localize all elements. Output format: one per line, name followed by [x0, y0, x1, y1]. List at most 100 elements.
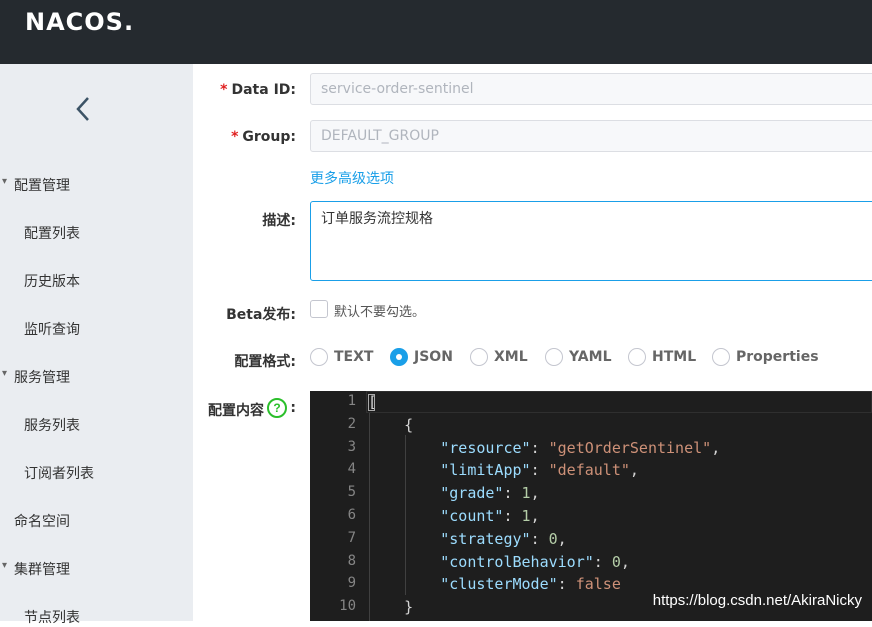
group-input[interactable]: DEFAULT_GROUP — [310, 120, 872, 152]
sidebar-group[interactable]: ▾ 配置管理 — [2, 175, 70, 195]
sidebar-group[interactable]: ▾ 服务管理 — [2, 367, 70, 387]
code-token: 1 — [521, 484, 531, 503]
code-token: : — [503, 484, 522, 503]
description-textarea[interactable]: 订单服务流控规格 — [310, 201, 872, 281]
content-label: 配置内容 — [208, 403, 264, 419]
code-token: , — [530, 507, 540, 525]
line-number: 4 — [347, 461, 356, 478]
format-radio-yaml[interactable] — [545, 348, 563, 366]
format-radio-label[interactable]: HTML — [652, 349, 696, 365]
format-radio-label[interactable]: TEXT — [334, 349, 373, 365]
line-number: 6 — [347, 507, 356, 523]
code-token: 0 — [611, 552, 621, 571]
code-token: } — [368, 598, 414, 617]
sidebar-group[interactable]: 命名空间 — [14, 511, 70, 531]
sidebar-group-label: 配置管理 — [14, 178, 70, 194]
sidebar-item[interactable]: 配置列表 — [24, 223, 80, 243]
sidebar-group-label: 服务管理 — [14, 370, 70, 386]
data-id-input[interactable]: service-order-sentinel — [310, 73, 872, 105]
format-radio-html[interactable] — [628, 348, 646, 366]
code-token: "grade" — [440, 484, 504, 503]
format-radio-json[interactable] — [390, 348, 408, 366]
format-label: 配置格式: — [234, 354, 296, 370]
code-token: , — [620, 552, 630, 571]
text-cursor — [368, 394, 375, 411]
line-number: 2 — [347, 415, 356, 432]
beta-label: Beta发布: — [226, 307, 296, 323]
code-line: "resource": "getOrderSentinel", — [368, 439, 720, 457]
code-line: "count": 1, — [368, 507, 540, 525]
logo-text: NACOS. — [25, 8, 135, 36]
sidebar-item[interactable]: 服务列表 — [24, 415, 80, 435]
code-line: "grade": 1, — [368, 484, 540, 503]
line-number: 3 — [347, 438, 356, 455]
code-line: "clusterMode": false — [368, 575, 621, 593]
format-radio-label[interactable]: YAML — [569, 349, 612, 365]
code-token: "default" — [548, 461, 630, 480]
content-label-colon: : — [290, 400, 296, 416]
beta-checkbox[interactable] — [310, 300, 328, 318]
code-token: { — [368, 415, 414, 434]
code-token: : — [530, 438, 549, 457]
line-number: 8 — [347, 552, 356, 569]
code-token: : — [557, 575, 576, 594]
code-token: "count" — [440, 507, 504, 525]
code-token: false — [575, 575, 621, 594]
advanced-options-link[interactable]: 更多高级选项 — [310, 168, 394, 188]
sidebar-group[interactable]: ▾ 集群管理 — [2, 559, 70, 579]
help-icon[interactable]: ? — [267, 398, 287, 418]
sidebar-item[interactable]: 历史版本 — [24, 271, 80, 291]
format-radio-label[interactable]: Properties — [736, 349, 819, 365]
sidebar-group-label: 命名空间 — [14, 514, 70, 530]
top-navbar: NACOS. — [0, 0, 872, 64]
code-token: 0 — [548, 529, 558, 548]
code-line: "limitApp": "default", — [368, 461, 639, 479]
caret-down-icon: ▾ — [2, 560, 8, 571]
line-number: 1 — [347, 393, 356, 409]
code-editor[interactable]: 1 2 3 4 5 6 7 8 9 10 [ { "resource": "getOrderSen… — [310, 391, 872, 621]
sidebar-item[interactable]: 订阅者列表 — [24, 463, 94, 483]
description-label: 描述: — [262, 213, 296, 229]
current-line-highlight — [366, 391, 872, 413]
code-token: "clusterMode" — [440, 575, 558, 594]
code-token: : — [530, 461, 549, 480]
code-token: "limitApp" — [440, 461, 531, 480]
sidebar-group-label: 集群管理 — [14, 562, 70, 578]
beta-checkbox-text: 默认不要勾选。 — [334, 305, 426, 320]
code-token: : — [530, 529, 549, 548]
chevron-left-icon[interactable] — [72, 94, 94, 124]
sidebar: ▾ 配置管理 配置列表 历史版本 监听查询 ▾ 服务管理 服务列表 订阅者列表 命名空间 ▾ 集群管理… — [0, 64, 193, 626]
caret-down-icon: ▾ — [2, 176, 8, 187]
format-radio-label[interactable]: JSON — [414, 349, 453, 365]
code-token: : — [593, 552, 612, 571]
watermark: https://blog.csdn.net/AkiraNicky — [652, 592, 862, 609]
format-radio-label[interactable]: XML — [494, 349, 528, 365]
sidebar-item[interactable]: 节点列表 — [24, 607, 80, 627]
code-token: : — [503, 507, 522, 525]
format-radio-properties[interactable] — [712, 348, 730, 366]
code-token: , — [711, 438, 721, 457]
code-token: 1 — [521, 507, 531, 525]
line-number: 7 — [347, 529, 356, 546]
format-radio-xml[interactable] — [470, 348, 488, 366]
code-token: , — [530, 484, 540, 503]
code-line: } — [368, 598, 413, 616]
line-number: 9 — [347, 575, 356, 592]
code-token: "resource" — [440, 438, 531, 457]
code-line: { — [368, 416, 413, 434]
format-radio-text[interactable] — [310, 348, 328, 366]
code-token: "strategy" — [440, 529, 531, 548]
nacos-logo[interactable]: NACOS. — [25, 8, 134, 36]
code-line: "controlBehavior": 0, — [368, 553, 630, 571]
code-token: "getOrderSentinel" — [548, 438, 712, 457]
sidebar-item[interactable]: 监听查询 — [24, 319, 80, 339]
code-line: "strategy": 0, — [368, 529, 566, 548]
code-token: , — [629, 461, 639, 480]
